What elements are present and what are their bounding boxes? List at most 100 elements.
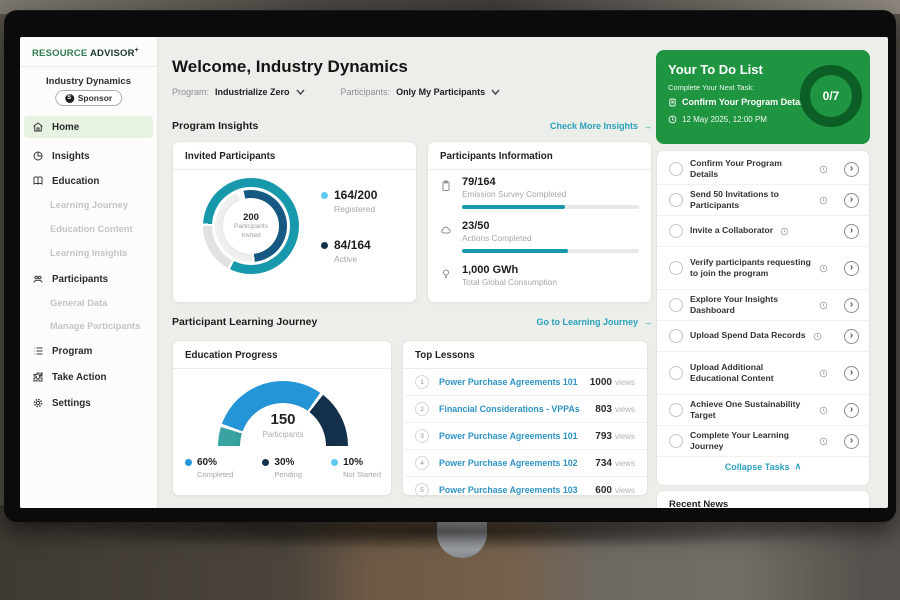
sidebar-item-learning-journey[interactable]: Learning Journey — [50, 195, 150, 215]
next-task-due: 12 May 2025, 12:00 PM — [668, 115, 767, 124]
task-item[interactable]: Send 50 Invitations to Participants › — [657, 185, 869, 216]
task-item[interactable]: Achieve One Sustainability Target › — [657, 395, 869, 426]
emission-progress-bar — [462, 205, 639, 209]
sponsor-badge-label: Sponsor — [78, 93, 112, 103]
task-open-button[interactable]: › — [844, 434, 859, 449]
task-checkbox[interactable] — [669, 366, 683, 380]
task-open-button[interactable]: › — [844, 261, 859, 276]
sidebar-item-home[interactable]: Home — [24, 116, 153, 138]
section-title: Program Insights — [172, 120, 258, 132]
sidebar-item-participants[interactable]: Participants — [24, 268, 153, 290]
learning-journey-header: Participant Learning Journey Go to Learn… — [172, 316, 652, 328]
lesson-link[interactable]: Power Purchase Agreements 103 — [439, 485, 578, 495]
gauge-legend: 60% Completed 30% Pending 10% Not Starte… — [185, 457, 381, 479]
task-checkbox[interactable] — [669, 261, 683, 275]
participants-filter[interactable]: Participants: Only My Participants — [341, 87, 501, 97]
cloud-icon — [440, 224, 452, 236]
task-open-button[interactable]: › — [844, 403, 859, 418]
program-icon — [32, 345, 44, 357]
task-item[interactable]: Invite a Collaborator › — [657, 216, 869, 247]
lesson-link[interactable]: Financial Considerations - VPPAs — [439, 404, 580, 414]
sidebar-item-learning-insights[interactable]: Learning Insights — [50, 243, 150, 263]
sidebar-item-program[interactable]: Program — [24, 340, 153, 362]
sidebar-item-education[interactable]: Education — [24, 170, 153, 192]
task-item[interactable]: Upload Spend Data Records › — [657, 321, 869, 352]
home-icon — [32, 121, 44, 133]
task-item[interactable]: Confirm Your Program Details › — [657, 154, 869, 185]
lesson-row[interactable]: 3 Power Purchase Agreements 101 793views — [403, 423, 647, 450]
task-item[interactable]: Upload Additional Educational Content › — [657, 352, 869, 395]
gauge-center-value: 150 — [173, 411, 393, 428]
check-more-insights-link[interactable]: Check More Insights → — [550, 121, 652, 131]
rank-badge: 2 — [415, 402, 429, 416]
logo-plus: + — [135, 47, 139, 54]
arrow-right-icon: → — [643, 121, 652, 131]
task-open-button[interactable]: › — [844, 329, 859, 344]
sidebar-divider — [20, 66, 157, 67]
lesson-row[interactable]: 4 Power Purchase Agreements 102 734views — [403, 450, 647, 477]
stat-actions-completed: 23/50 Actions Completed — [440, 220, 640, 253]
task-clock-icon — [819, 437, 828, 446]
lesson-link[interactable]: Power Purchase Agreements 102 — [439, 458, 578, 468]
donut-center-label: 200 Participants Invited — [203, 178, 299, 274]
legend-pending: 30% Pending — [262, 457, 302, 479]
logo-text-primary: RESOURCE — [32, 48, 87, 59]
task-open-button[interactable]: › — [844, 224, 859, 239]
task-open-button[interactable]: › — [844, 366, 859, 381]
sidebar-item-insights[interactable]: Insights — [24, 145, 153, 167]
go-to-learning-journey-link[interactable]: Go to Learning Journey → — [536, 317, 652, 327]
card-title: Education Progress — [173, 341, 391, 369]
task-item[interactable]: Verify participants requesting to join t… — [657, 247, 869, 290]
top-lessons-card: Top Lessons 1 Power Purchase Agreements … — [402, 340, 648, 496]
task-checkbox[interactable] — [669, 224, 683, 238]
page-title: Welcome, Industry Dynamics — [172, 57, 408, 77]
task-checkbox[interactable] — [669, 403, 683, 417]
chevron-down-icon — [491, 89, 500, 95]
legend-not-started: 10% Not Started — [331, 457, 381, 479]
logo-text-secondary: ADVISOR — [90, 48, 135, 59]
task-open-button[interactable]: › — [844, 193, 859, 208]
clipboard-icon — [440, 180, 452, 192]
collapse-tasks-link[interactable]: Collapse Tasks ∧ — [657, 457, 869, 476]
recent-news-card: Recent News — [656, 490, 870, 508]
completed-dot — [185, 459, 192, 466]
task-item[interactable]: Explore Your Insights Dashboard › — [657, 290, 869, 321]
sponsor-badge-icon: S — [65, 94, 74, 103]
task-open-button[interactable]: › — [844, 298, 859, 313]
task-checkbox[interactable] — [669, 162, 683, 176]
task-checkbox[interactable] — [669, 329, 683, 343]
sidebar-item-manage-participants[interactable]: Manage Participants — [50, 316, 150, 336]
stat-consumption: 1,000 GWh Total Global Consumption — [440, 264, 640, 287]
lesson-row[interactable]: 2 Financial Considerations - VPPAs 803vi… — [403, 396, 647, 423]
lesson-row[interactable]: 1 Power Purchase Agreements 101 1000view… — [403, 369, 647, 396]
dashboard-screen: RESOURCE ADVISOR+ Industry Dynamics S Sp… — [20, 37, 888, 508]
legend-active: 84/164 Active — [321, 238, 371, 264]
settings-icon — [32, 397, 44, 409]
legend-completed: 60% Completed — [185, 457, 233, 479]
todo-summary-card: Your To Do List Complete Your Next Task:… — [656, 50, 870, 144]
todo-progress-ring: 0/7 — [800, 65, 862, 127]
section-title: Participant Learning Journey — [172, 316, 317, 328]
task-item[interactable]: Complete Your Learning Journey › — [657, 426, 869, 457]
sidebar-item-general-data[interactable]: General Data — [50, 293, 150, 313]
not-started-dot — [331, 459, 338, 466]
program-filter[interactable]: Program: Industrialize Zero — [172, 87, 305, 97]
lesson-link[interactable]: Power Purchase Agreements 101 — [439, 377, 578, 387]
sidebar-item-take-action[interactable]: Take Action — [24, 366, 153, 388]
task-clock-icon — [819, 369, 828, 378]
todo-title: Your To Do List — [668, 62, 763, 77]
next-task: Confirm Your Program Details — [668, 97, 810, 107]
lesson-row[interactable]: 5 Power Purchase Agreements 103 600views — [403, 477, 647, 503]
task-checkbox[interactable] — [669, 298, 683, 312]
sidebar-item-education-content[interactable]: Education Content — [50, 219, 150, 239]
sidebar-item-settings[interactable]: Settings — [24, 392, 153, 414]
lesson-link[interactable]: Power Purchase Agreements 101 — [439, 431, 578, 441]
invited-participants-card: Invited Participants 200 Participants In… — [172, 141, 417, 303]
insights-icon — [32, 150, 44, 162]
rank-badge: 1 — [415, 375, 429, 389]
task-open-button[interactable]: › — [844, 162, 859, 177]
task-checkbox[interactable] — [669, 434, 683, 448]
registered-dot — [321, 192, 328, 199]
task-checkbox[interactable] — [669, 193, 683, 207]
task-clock-icon — [819, 264, 828, 273]
